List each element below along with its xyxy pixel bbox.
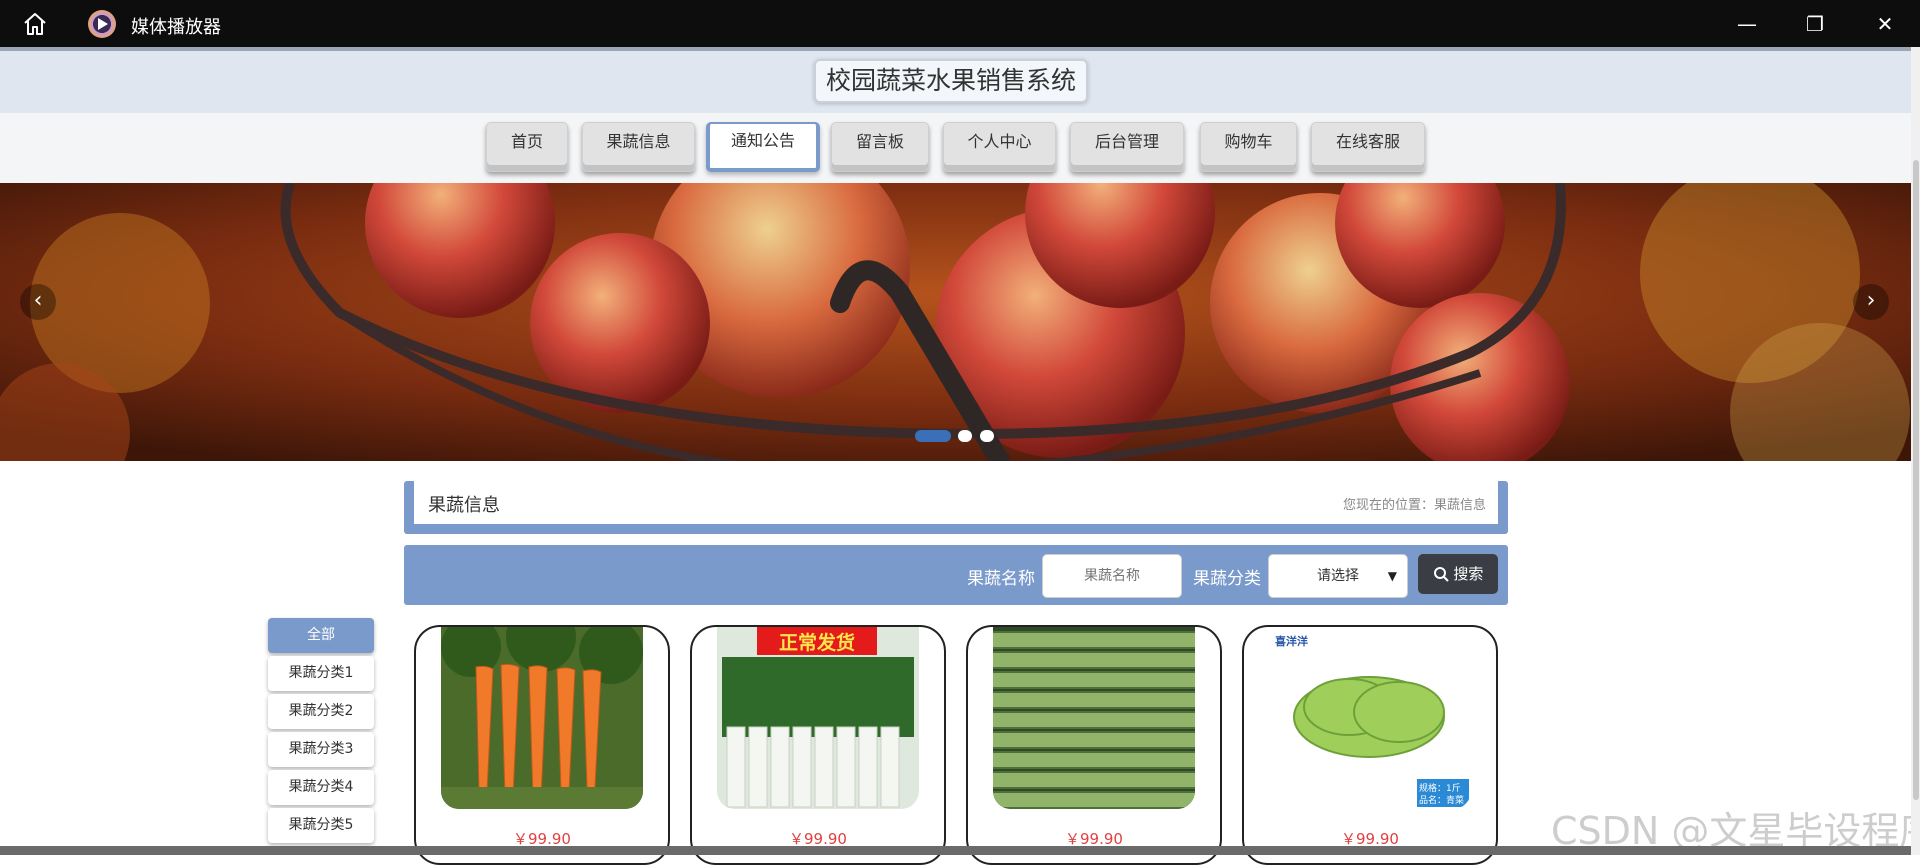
nav-item-home[interactable]: 首页 [486,122,568,172]
site-title: 校园蔬菜水果销售系统 [814,59,1089,103]
category-item-4[interactable]: 果蔬分类4 [268,770,374,805]
product-card[interactable]: 正常发货 ￥99.90 [690,625,946,865]
nav-item-cart[interactable]: 购物车 [1200,122,1297,172]
product-image-cucumbers[interactable] [993,627,1195,809]
section-title: 果蔬信息 [428,495,500,516]
banner-image-apples [0,183,1911,461]
chevron-down-icon: ▼ [1387,569,1397,583]
category-item-3[interactable]: 果蔬分类3 [268,732,374,767]
main-nav: 首页 果蔬信息 通知公告 留言板 个人中心 后台管理 购物车 在线客服 [0,113,1911,183]
carousel-dot-1[interactable] [915,430,951,442]
media-player-logo-icon [88,10,116,38]
product-image-carrots[interactable] [441,627,643,809]
search-icon [1433,567,1449,582]
nav-item-messages[interactable]: 留言板 [831,122,929,172]
product-name-input[interactable] [1042,554,1182,598]
product-brand-logo: 喜洋洋 [1275,635,1308,648]
category-item-1[interactable]: 果蔬分类1 [268,656,374,691]
product-card[interactable]: 喜洋洋 规格：1斤 品名：青菜 ￥99.90 [1242,625,1498,865]
breadcrumb: 您现在的位置：果蔬信息 [1342,498,1486,513]
window-titlebar: 媒体播放器 — ❐ ✕ [0,0,1920,47]
nav-item-admin[interactable]: 后台管理 [1070,122,1184,172]
search-button[interactable]: 搜索 [1418,554,1498,594]
nav-item-support[interactable]: 在线客服 [1311,122,1425,172]
minimize-button[interactable]: — [1732,9,1762,39]
bottom-border [0,846,1911,855]
home-icon[interactable] [22,12,48,36]
category-select[interactable]: 请选择 ▼ [1268,554,1408,598]
nav-item-profile[interactable]: 个人中心 [943,122,1056,172]
banner-carousel[interactable]: ‹ › [0,183,1911,461]
carousel-dot-3[interactable] [980,430,994,442]
carousel-next-button[interactable]: › [1853,284,1889,320]
restore-button[interactable]: ❐ [1800,9,1830,39]
site-header: 校园蔬菜水果销售系统 [0,47,1911,113]
product-tag-line-2: 品名：青菜 [1419,796,1465,806]
category-item-2[interactable]: 果蔬分类2 [268,694,374,729]
category-item-5[interactable]: 果蔬分类5 [268,808,374,843]
carousel-prev-button[interactable]: ‹ [20,284,56,320]
carousel-dot-2[interactable] [958,430,972,442]
search-button-label: 搜索 [1453,565,1484,583]
product-card[interactable]: ￥99.90 [414,625,670,865]
search-bar: 果蔬名称 果蔬分类 请选择 ▼ 搜索 [404,545,1508,605]
close-button[interactable]: ✕ [1870,9,1900,39]
product-image-leeks[interactable]: 正常发货 [717,627,919,809]
nav-item-products[interactable]: 果蔬信息 [582,122,695,172]
product-name-label: 果蔬名称 [967,569,1035,589]
category-item-all[interactable]: 全部 [268,618,374,653]
product-card[interactable]: ￥99.90 [966,625,1222,865]
breadcrumb-panel: 果蔬信息 您现在的位置：果蔬信息 [404,481,1508,534]
category-label: 果蔬分类 [1193,569,1261,589]
category-select-value: 请选择 [1317,568,1359,584]
product-badge: 正常发货 [778,632,855,654]
scrollbar-thumb[interactable] [1913,160,1919,800]
window-title: 媒体播放器 [131,17,221,38]
nav-item-notices[interactable]: 通知公告 [706,122,820,172]
product-image-lettuce[interactable]: 喜洋洋 规格：1斤 品名：青菜 [1269,627,1471,809]
